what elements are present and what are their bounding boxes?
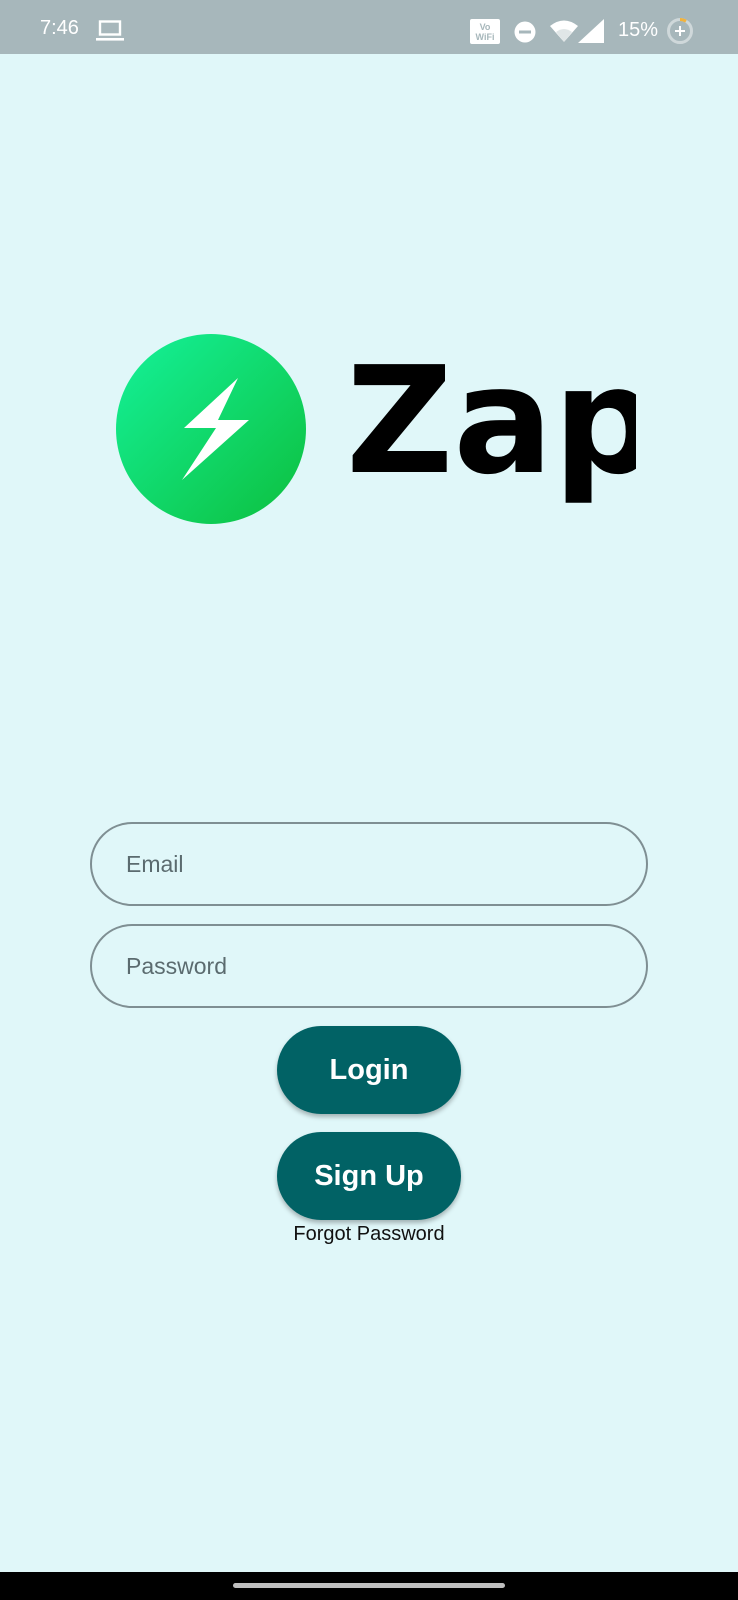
app-logo: Zap xyxy=(116,334,636,524)
battery-percent: 15% xyxy=(618,19,659,41)
vowifi-icon: Vo WiFi xyxy=(470,19,500,44)
navigation-bar xyxy=(0,1572,738,1600)
battery-saver-icon xyxy=(667,18,693,44)
svg-text:WiFi: WiFi xyxy=(476,32,495,42)
svg-text:Vo: Vo xyxy=(480,22,491,32)
email-field[interactable] xyxy=(90,822,648,906)
logo-wordmark: Zap xyxy=(346,335,636,507)
gesture-handle[interactable] xyxy=(233,1583,505,1588)
forgot-password-link[interactable]: Forgot Password xyxy=(0,1222,738,1246)
login-button[interactable]: Login xyxy=(277,1026,461,1114)
logo-emblem xyxy=(116,334,306,524)
cell-signal-icon xyxy=(578,19,604,43)
wifi-icon xyxy=(550,20,578,42)
status-time: 7:46 xyxy=(40,17,79,39)
do-not-disturb-icon xyxy=(514,21,536,43)
password-field[interactable] xyxy=(90,924,648,1008)
status-bar: 7:46 Vo WiFi 15% xyxy=(0,0,738,54)
sign-up-button[interactable]: Sign Up xyxy=(277,1132,461,1220)
laptop-icon xyxy=(96,20,124,41)
